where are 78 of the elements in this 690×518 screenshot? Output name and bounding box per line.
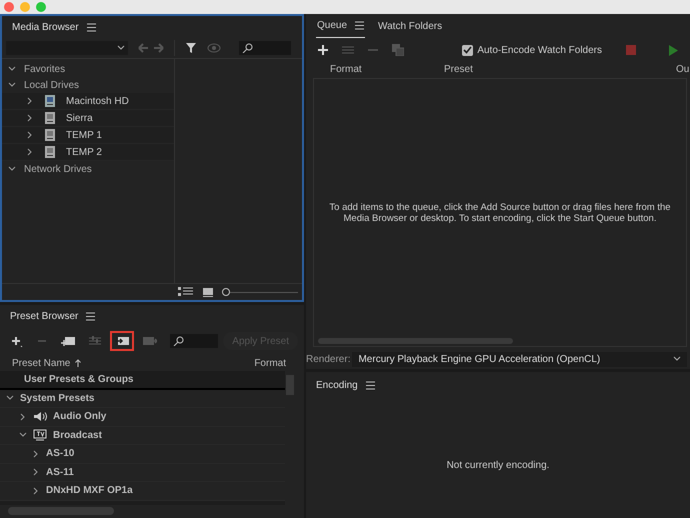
sliders-icon [89,336,101,346]
chevron-down-icon[interactable] [8,65,16,73]
chevron-down-icon[interactable] [8,165,16,173]
hard-drive-icon [44,129,56,141]
search-icon [172,336,186,346]
sliders-icon[interactable] [342,45,354,55]
drive-label: TEMP 1 [66,130,102,140]
hard-drive-icon [44,146,56,158]
speaker-icon [33,411,47,422]
preset-label[interactable]: AS-10 [46,448,74,460]
chevron-right-icon[interactable] [26,148,34,156]
menu-icon[interactable] [366,380,375,390]
column-header[interactable]: Preset Name [12,358,70,368]
tree-section[interactable]: Network Drives [24,164,92,174]
list-view-icon[interactable] [178,287,194,297]
chevron-down-icon[interactable] [19,431,27,440]
import-button[interactable] [110,331,134,351]
drive-row[interactable]: Macintosh HD [2,93,174,110]
hard-drive-icon [44,95,56,107]
preset-label[interactable]: System Presets [20,392,94,404]
chevron-right-icon[interactable] [32,450,40,458]
drive-label: Macintosh HD [66,96,129,106]
tree-section[interactable]: Favorites [24,64,66,74]
plus-icon[interactable] [318,45,328,55]
chevron-right-icon[interactable] [19,412,27,421]
column-header[interactable]: Preset [444,64,676,74]
icon-view-icon[interactable] [203,288,213,296]
renderer-dropdown[interactable]: Mercury Playback Engine GPU Acceleration (OpenCL) [352,352,687,366]
menu-icon[interactable] [86,22,96,32]
folder-plus-icon [61,336,75,346]
search-icon [241,43,255,53]
tab[interactable]: Watch Folders [377,14,444,38]
column-header[interactable]: Format [330,64,444,74]
drive-row[interactable]: TEMP 2 [2,144,174,161]
chevron-right-icon[interactable] [32,468,40,476]
search-field[interactable] [239,41,291,55]
checkbox-label[interactable]: Auto-Encode Watch Folders [477,44,602,56]
plus-icon [11,336,23,346]
preset-label[interactable]: Broadcast [53,430,102,441]
export-icon [143,336,157,346]
panel-title: Media Browser [12,22,79,32]
renderer-label: Renderer: [306,354,350,364]
chevron-down-icon[interactable] [6,394,14,402]
preset-label[interactable]: AS-11 [46,466,74,478]
tab[interactable]: Queue [317,14,348,37]
tree-section[interactable]: Local Drives [24,80,80,90]
panel-title: Encoding [316,380,358,390]
chevron-right-icon[interactable] [26,114,34,122]
chevron-down-icon [117,45,125,51]
chevron-right-icon[interactable] [32,486,40,495]
menu-icon[interactable] [86,312,96,320]
chevron-down-icon[interactable] [8,81,16,89]
drive-row[interactable]: Sierra [2,110,174,127]
menu-icon[interactable] [355,21,364,30]
drive-label: Sierra [66,112,93,124]
chevron-right-icon[interactable] [26,131,34,139]
chevron-down-icon [673,356,681,362]
preset-label[interactable]: Audio Only [53,411,106,422]
drive-label: TEMP 2 [66,146,102,158]
hard-drive-icon [44,112,56,124]
column-header[interactable]: Format [254,358,286,368]
checkmark-icon [463,46,472,54]
panel-title: Preset Browser [10,310,78,322]
preset-label[interactable]: DNxHD MXF OP1a [46,485,133,496]
search-field[interactable] [170,334,218,348]
zoom-slider[interactable] [222,288,230,296]
queue-area[interactable]: To add items to the queue, click the Add Source button or drag files here from the Media Browser or desktop. To start encoding, click the Start Queue button. [313,78,687,347]
drive-row[interactable]: TEMP 1 [2,127,174,144]
import-icon [115,336,129,346]
sort-ascending-icon[interactable] [75,359,82,367]
chevron-right-icon[interactable] [26,97,34,105]
column-header[interactable]: Ou [676,64,690,74]
checkbox[interactable] [462,44,474,56]
play-icon[interactable] [668,44,678,56]
filter-icon[interactable] [185,42,197,54]
status-message: Not currently encoding. [446,460,550,473]
tv-icon [33,429,47,442]
empty-queue-message: To add items to the queue, click the Add Source button or drag files here from the Media Browser or desktop. To start encoding, click the Start Queue button. [328,202,672,224]
